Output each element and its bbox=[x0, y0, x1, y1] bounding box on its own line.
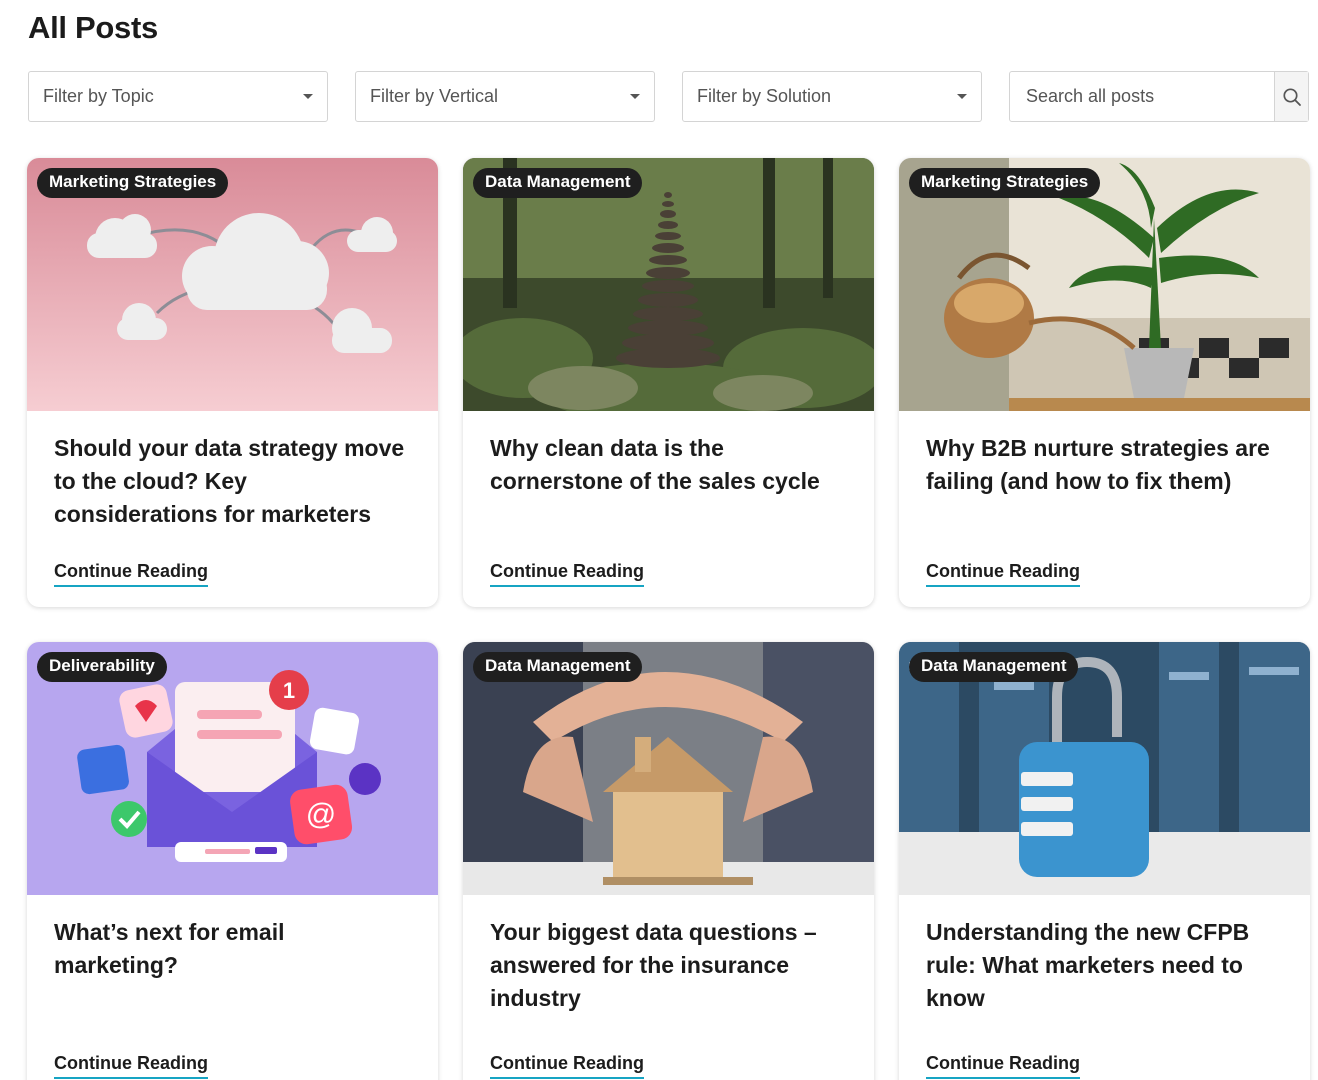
post-card[interactable]: Data Management Your biggest data questi… bbox=[463, 642, 874, 1080]
post-title[interactable]: What’s next for email marketing? bbox=[54, 916, 414, 982]
search-input[interactable] bbox=[1010, 72, 1274, 121]
post-title[interactable]: Your biggest data questions – answered f… bbox=[490, 916, 850, 1015]
post-image: Marketing Strategies bbox=[27, 158, 438, 411]
post-title[interactable]: Why clean data is the cornerstone of the… bbox=[490, 432, 850, 498]
post-card[interactable]: Data Management Understanding the new CF… bbox=[899, 642, 1310, 1080]
post-title[interactable]: Should your data strategy move to the cl… bbox=[54, 432, 414, 531]
category-badge[interactable]: Marketing Strategies bbox=[909, 168, 1101, 198]
category-badge[interactable]: Data Management bbox=[473, 168, 643, 198]
post-card[interactable]: Data Management Why clean data is the co… bbox=[463, 158, 874, 607]
filter-vertical-label: Filter by Vertical bbox=[370, 86, 499, 106]
page-title: All Posts bbox=[28, 10, 158, 45]
search-icon bbox=[1282, 87, 1301, 106]
post-image: Data Management bbox=[463, 642, 874, 895]
filter-bar: Filter by Topic Filter by Vertical Filte… bbox=[28, 71, 1309, 123]
post-image: Data Management bbox=[899, 642, 1310, 895]
post-title[interactable]: Understanding the new CFPB rule: What ma… bbox=[926, 916, 1286, 1015]
category-badge[interactable]: Marketing Strategies bbox=[37, 168, 229, 198]
post-card[interactable]: Marketing Strategies Why B2B nurture str… bbox=[899, 158, 1310, 607]
search-button[interactable] bbox=[1274, 72, 1308, 121]
category-badge[interactable]: Deliverability bbox=[37, 652, 167, 682]
continue-reading-link[interactable]: Continue Reading bbox=[490, 1053, 644, 1079]
post-card[interactable]: 1 @ Deliverability What’s next for email… bbox=[27, 642, 438, 1080]
post-image: 1 @ Deliverability bbox=[27, 642, 438, 895]
continue-reading-link[interactable]: Continue Reading bbox=[54, 561, 208, 587]
continue-reading-link[interactable]: Continue Reading bbox=[926, 561, 1080, 587]
post-image: Data Management bbox=[463, 158, 874, 411]
filter-topic-label: Filter by Topic bbox=[43, 86, 154, 106]
post-title[interactable]: Why B2B nurture strategies are failing (… bbox=[926, 432, 1286, 498]
category-badge[interactable]: Data Management bbox=[473, 652, 643, 682]
caret-down-icon bbox=[303, 94, 313, 99]
filter-solution-label: Filter by Solution bbox=[697, 86, 832, 106]
continue-reading-link[interactable]: Continue Reading bbox=[490, 561, 644, 587]
filter-topic-select[interactable]: Filter by Topic bbox=[28, 71, 328, 122]
caret-down-icon bbox=[630, 94, 640, 99]
continue-reading-link[interactable]: Continue Reading bbox=[926, 1053, 1080, 1079]
post-card[interactable]: Marketing Strategies Should your data st… bbox=[27, 158, 438, 607]
svg-text:@: @ bbox=[306, 798, 336, 831]
search-box bbox=[1009, 71, 1309, 122]
category-badge[interactable]: Data Management bbox=[909, 652, 1079, 682]
continue-reading-link[interactable]: Continue Reading bbox=[54, 1053, 208, 1079]
svg-text:1: 1 bbox=[283, 678, 295, 703]
post-image: Marketing Strategies bbox=[899, 158, 1310, 411]
filter-solution-select[interactable]: Filter by Solution bbox=[682, 71, 982, 122]
caret-down-icon bbox=[957, 94, 967, 99]
filter-vertical-select[interactable]: Filter by Vertical bbox=[355, 71, 655, 122]
